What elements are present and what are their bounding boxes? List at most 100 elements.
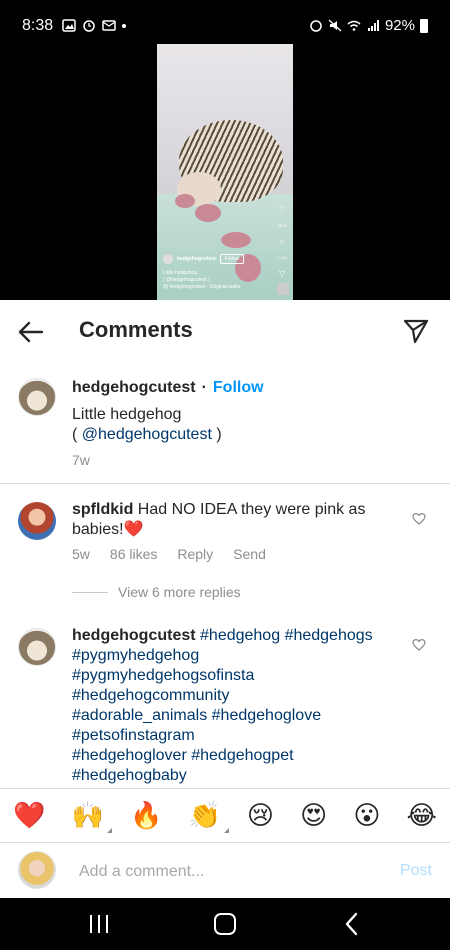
hashtag-link[interactable]: #hedgehogs bbox=[285, 627, 373, 644]
like-heart-icon[interactable] bbox=[412, 512, 426, 526]
hashtag-line: #hedgehogbaby bbox=[72, 766, 392, 786]
video-audio[interactable]: @ hedgehogcutest · Original audio bbox=[163, 284, 273, 291]
notification-icons bbox=[62, 19, 126, 32]
divider bbox=[0, 483, 450, 484]
comment-icon[interactable]: ○ bbox=[280, 238, 285, 246]
video-caption-text: Little hedgehog bbox=[163, 270, 198, 276]
comment-username[interactable]: hedgehogcutest bbox=[72, 627, 196, 644]
avatar bbox=[18, 851, 56, 889]
avatar[interactable] bbox=[163, 254, 173, 264]
baby-hedgehog bbox=[221, 232, 251, 248]
heart-eyes-emoji[interactable]: 😍 bbox=[300, 803, 327, 829]
hashtag-link[interactable]: #hedgehog bbox=[200, 627, 280, 644]
mute-icon bbox=[328, 19, 342, 32]
system-icons: 92% bbox=[309, 17, 428, 34]
send-button[interactable]: Send bbox=[233, 546, 266, 562]
clapping-hands-emoji[interactable]: 👏 bbox=[188, 800, 229, 833]
hashtag-link[interactable]: #pygmyhedgehog bbox=[72, 647, 199, 664]
paper-plane-icon[interactable] bbox=[402, 317, 430, 345]
home-icon[interactable] bbox=[214, 913, 236, 935]
hashtag-link[interactable]: #hedgehoglover bbox=[72, 747, 187, 764]
post-button[interactable]: Post bbox=[400, 862, 432, 880]
replies-line bbox=[72, 591, 108, 593]
alarm-icon bbox=[310, 20, 322, 32]
signal-icon bbox=[367, 20, 379, 31]
hashtag-link[interactable]: #adorable_animals bbox=[72, 707, 207, 724]
hashtag-line: #pygmyhedgehog bbox=[72, 646, 392, 666]
reel-video-thumbnail[interactable]: ♡ 667K ○ 1,211 ▽ ⋮ hedgehogcutest Follow… bbox=[157, 44, 293, 300]
skin-tone-indicator-icon bbox=[223, 827, 229, 833]
reply-button[interactable]: Reply bbox=[177, 546, 213, 562]
status-time: 8:38 bbox=[22, 17, 54, 34]
hashtag-line: #petsofinstagram bbox=[72, 726, 392, 746]
hashtag-link[interactable]: #hedgehogbaby bbox=[72, 767, 187, 784]
red-heart-emoji[interactable]: ❤️ bbox=[13, 803, 45, 829]
page-title: Comments bbox=[79, 317, 193, 342]
gallery-icon bbox=[62, 19, 76, 32]
caption-header: hedgehogcutest · Follow bbox=[72, 378, 264, 398]
mention-link[interactable]: @hedgehogcutest bbox=[82, 426, 212, 443]
hashtag-link[interactable]: #hedgehoglove bbox=[212, 707, 321, 724]
battery-icon bbox=[420, 18, 428, 33]
avatar[interactable] bbox=[18, 502, 56, 540]
fire-emoji[interactable]: 🔥 bbox=[130, 803, 162, 829]
video-caption: Little hedgehog ( @hedgehogcutest ) @ he… bbox=[163, 270, 273, 291]
separator-dot: · bbox=[201, 379, 207, 396]
view-replies-button[interactable]: View 6 more replies bbox=[72, 584, 241, 600]
hashtag-link[interactable]: #hedgehogpet bbox=[191, 747, 293, 764]
surprised-face-emoji[interactable]: 😮 bbox=[353, 803, 380, 829]
hashtag-line: #hedgehoglover #hedgehogpet bbox=[72, 746, 392, 766]
heart-icon[interactable]: ♡ bbox=[279, 206, 286, 214]
comment-likes[interactable]: 86 likes bbox=[110, 546, 157, 562]
comments-count: 1,211 bbox=[277, 255, 287, 260]
likes-count: 667K bbox=[277, 223, 287, 228]
view-replies-label: View 6 more replies bbox=[118, 584, 241, 600]
caption-paren-open: ( bbox=[72, 426, 82, 443]
hashtag-link[interactable]: #pygmyhedgehogsofinsta bbox=[72, 667, 254, 684]
arrow-left-icon[interactable] bbox=[17, 318, 45, 346]
comment-age: 5w bbox=[72, 546, 90, 562]
hashtag-link[interactable]: #petsofinstagram bbox=[72, 727, 195, 744]
video-action-icons: ♡ 667K ○ 1,211 ▽ ⋮ bbox=[277, 206, 287, 294]
hashtag-line: hedgehogcutest #hedgehog #hedgehogs bbox=[72, 626, 392, 646]
comment-username[interactable]: spfldkid bbox=[72, 501, 133, 518]
recent-apps-icon[interactable] bbox=[90, 915, 108, 933]
system-nav-bar bbox=[0, 898, 450, 950]
follow-button[interactable]: Follow bbox=[213, 379, 264, 396]
mail-icon bbox=[102, 20, 116, 31]
caption-text: Little hedgehog ( @hedgehogcutest ) bbox=[72, 405, 222, 445]
raising-hands-emoji[interactable]: 🙌 bbox=[72, 803, 112, 833]
back-icon[interactable] bbox=[342, 911, 362, 937]
hashtag-link[interactable]: #hedgehogcommunity bbox=[72, 687, 229, 704]
skin-tone-indicator-icon bbox=[106, 827, 112, 833]
video-follow-button[interactable]: Follow bbox=[219, 254, 245, 264]
media-preview-area: 8:38 92% ♡ 667K ○ 1,211 ▽ ⋮ bbox=[0, 0, 450, 300]
battery-level: 92% bbox=[384, 17, 415, 34]
comments-header: Comments bbox=[0, 300, 450, 362]
hashtag-line: #adorable_animals #hedgehoglove bbox=[72, 706, 392, 726]
video-user-row: hedgehogcutest Follow bbox=[163, 254, 245, 264]
audio-thumbnail-icon[interactable] bbox=[277, 283, 289, 295]
comment-composer: Post bbox=[0, 842, 450, 898]
comment-body: spfldkid Had NO IDEA they were pink as b… bbox=[72, 500, 392, 540]
hashtag-line: #pygmyhedgehogsofinsta bbox=[72, 666, 392, 686]
caption-meta: 7w bbox=[72, 452, 90, 468]
crying-face-emoji[interactable]: 😢 bbox=[247, 803, 274, 829]
comment-input[interactable] bbox=[79, 861, 379, 883]
caption-mention-line: ( @hedgehogcutest ) bbox=[72, 425, 222, 445]
avatar[interactable] bbox=[18, 628, 56, 666]
dot-icon bbox=[122, 23, 126, 28]
caption-age: 7w bbox=[72, 452, 90, 468]
avatar[interactable] bbox=[18, 378, 56, 416]
comment-meta: 5w 86 likes Reply Send bbox=[72, 546, 266, 562]
baby-hedgehog bbox=[175, 194, 195, 208]
caption-line: Little hedgehog bbox=[72, 406, 182, 423]
share-icon[interactable]: ▽ bbox=[279, 270, 285, 278]
wifi-icon bbox=[347, 20, 361, 31]
video-caption-mention: ( @hedgehogcutest ) bbox=[163, 277, 210, 283]
caption-username[interactable]: hedgehogcutest bbox=[72, 379, 196, 396]
video-username[interactable]: hedgehogcutest bbox=[177, 256, 216, 262]
clapping-hands-char: 👏 bbox=[188, 800, 221, 831]
like-heart-icon[interactable] bbox=[412, 638, 426, 652]
tears-of-joy-emoji[interactable]: 😂 bbox=[407, 803, 437, 829]
